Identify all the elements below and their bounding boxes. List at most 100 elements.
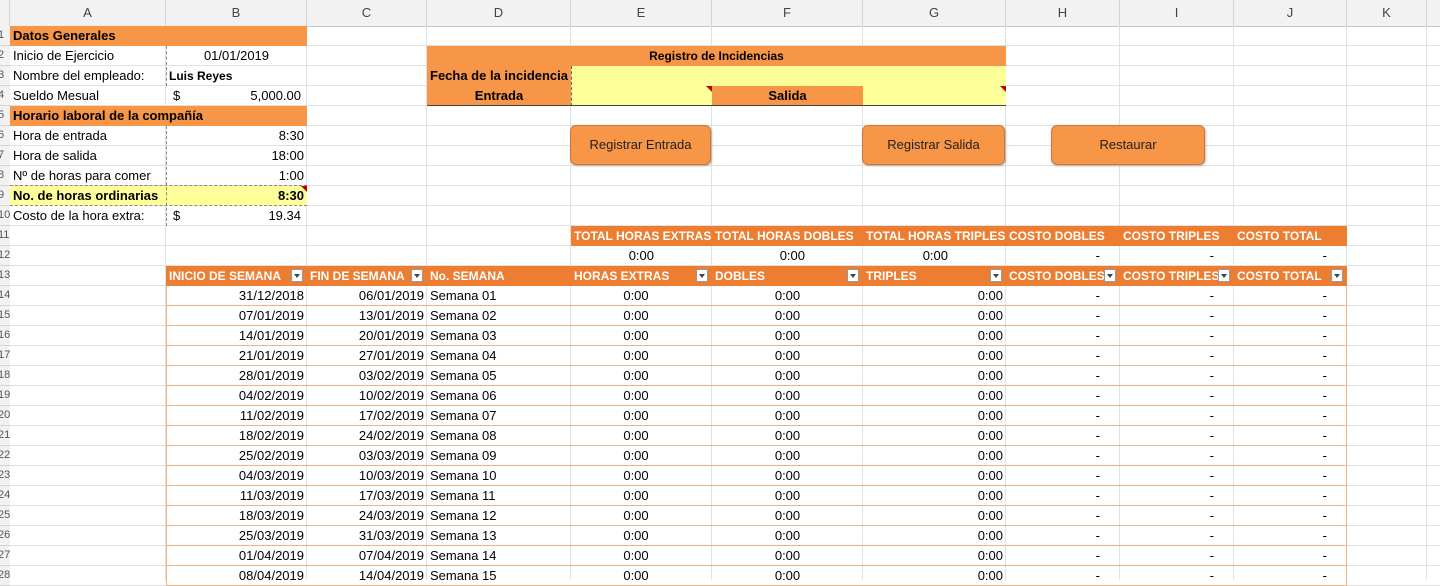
table-cell[interactable]: 13/01/2019 <box>307 306 427 326</box>
table-cell[interactable]: 0:00 <box>863 566 1006 586</box>
table-cell[interactable]: - <box>1234 286 1347 306</box>
table-cell[interactable]: - <box>1006 286 1120 306</box>
table-cell[interactable]: 14/01/2019 <box>166 326 307 346</box>
table-cell[interactable]: 0:00 <box>863 466 1006 486</box>
table-cell[interactable]: - <box>1120 346 1234 366</box>
table-cell[interactable]: 0:00 <box>863 486 1006 506</box>
table-cell[interactable]: 04/02/2019 <box>166 386 307 406</box>
filter-dropdown-icon[interactable] <box>696 269 708 282</box>
row-header[interactable]: 2 <box>0 46 10 66</box>
table-cell[interactable]: 0:00 <box>571 566 712 586</box>
sueldo-value[interactable]: 5,000.00 <box>190 86 304 106</box>
totals-value[interactable]: - <box>1120 246 1234 266</box>
table-cell[interactable]: - <box>1120 306 1234 326</box>
table-cell[interactable]: - <box>1120 406 1234 426</box>
table-cell[interactable]: - <box>1120 386 1234 406</box>
row-header[interactable]: 21 <box>0 426 10 446</box>
table-cell[interactable]: - <box>1120 326 1234 346</box>
table-cell[interactable]: 27/01/2019 <box>307 346 427 366</box>
table-cell[interactable]: 0:00 <box>571 546 712 566</box>
table-cell[interactable]: Semana 10 <box>427 466 571 486</box>
table-cell[interactable]: 10/02/2019 <box>307 386 427 406</box>
row-header[interactable]: 6 <box>0 126 10 146</box>
row-header[interactable]: 5 <box>0 106 10 126</box>
table-cell[interactable]: 0:00 <box>863 546 1006 566</box>
row-header[interactable]: 13 <box>0 266 10 286</box>
column-header-b[interactable]: B <box>166 0 307 26</box>
table-cell[interactable]: - <box>1234 346 1347 366</box>
registrar-salida-button[interactable]: Registrar Salida <box>862 125 1005 165</box>
table-cell[interactable]: 0:00 <box>571 526 712 546</box>
row-header[interactable]: 8 <box>0 166 10 186</box>
table-cell[interactable]: - <box>1006 446 1120 466</box>
filter-dropdown-icon[interactable] <box>1331 269 1343 282</box>
table-cell[interactable]: 08/04/2019 <box>166 566 307 586</box>
row-header[interactable]: 4 <box>0 86 10 106</box>
row-header[interactable]: 20 <box>0 406 10 426</box>
table-cell[interactable]: - <box>1120 526 1234 546</box>
row-header[interactable]: 7 <box>0 146 10 166</box>
table-cell[interactable]: 0:00 <box>712 426 863 446</box>
filter-dropdown-icon[interactable] <box>291 269 303 282</box>
table-cell[interactable]: 0:00 <box>712 526 863 546</box>
table-cell[interactable]: Semana 12 <box>427 506 571 526</box>
table-cell[interactable]: 14/04/2019 <box>307 566 427 586</box>
table-cell[interactable]: Semana 02 <box>427 306 571 326</box>
table-cell[interactable]: 0:00 <box>571 286 712 306</box>
table-cell[interactable]: 10/03/2019 <box>307 466 427 486</box>
column-header-e[interactable]: E <box>571 0 712 26</box>
table-cell[interactable]: 0:00 <box>712 406 863 426</box>
table-cell[interactable]: 31/12/2018 <box>166 286 307 306</box>
table-cell[interactable]: 0:00 <box>571 506 712 526</box>
row-header[interactable]: 10 <box>0 206 10 226</box>
table-cell[interactable]: 0:00 <box>712 286 863 306</box>
table-cell[interactable]: - <box>1234 546 1347 566</box>
column-header-k[interactable]: K <box>1347 0 1427 26</box>
table-cell[interactable]: - <box>1006 326 1120 346</box>
table-cell[interactable]: 03/02/2019 <box>307 366 427 386</box>
inicio-value[interactable]: 01/01/2019 <box>166 46 307 66</box>
table-cell[interactable]: 0:00 <box>863 446 1006 466</box>
column-header-d[interactable]: D <box>427 0 571 26</box>
table-cell[interactable]: Semana 04 <box>427 346 571 366</box>
table-cell[interactable]: - <box>1234 486 1347 506</box>
table-cell[interactable]: Semana 13 <box>427 526 571 546</box>
table-cell[interactable]: 11/03/2019 <box>166 486 307 506</box>
row-header[interactable]: 3 <box>0 66 10 86</box>
table-cell[interactable]: 0:00 <box>571 366 712 386</box>
table-cell[interactable]: 17/02/2019 <box>307 406 427 426</box>
row-header[interactable]: 24 <box>0 486 10 506</box>
row-header[interactable]: 12 <box>0 246 10 266</box>
row-header[interactable]: 17 <box>0 346 10 366</box>
table-cell[interactable]: 18/02/2019 <box>166 426 307 446</box>
table-cell[interactable]: 0:00 <box>863 526 1006 546</box>
table-cell[interactable]: 0:00 <box>863 346 1006 366</box>
table-cell[interactable]: 01/04/2019 <box>166 546 307 566</box>
fecha-incidencia-input[interactable] <box>571 66 1006 86</box>
table-cell[interactable]: Semana 01 <box>427 286 571 306</box>
row-header[interactable]: 23 <box>0 466 10 486</box>
row-header[interactable]: 18 <box>0 366 10 386</box>
table-cell[interactable]: - <box>1120 426 1234 446</box>
table-cell[interactable]: - <box>1006 526 1120 546</box>
table-cell[interactable]: 0:00 <box>712 306 863 326</box>
hora-entrada-value[interactable]: 8:30 <box>166 126 307 146</box>
costo-hora-extra-value[interactable]: 19.34 <box>190 206 304 226</box>
row-header[interactable]: 22 <box>0 446 10 466</box>
table-cell[interactable]: 0:00 <box>712 346 863 366</box>
table-cell[interactable]: 25/03/2019 <box>166 526 307 546</box>
row-header[interactable]: 14 <box>0 286 10 306</box>
table-cell[interactable]: - <box>1234 386 1347 406</box>
row-header[interactable]: 11 <box>0 226 10 246</box>
table-cell[interactable]: 0:00 <box>863 426 1006 446</box>
table-cell[interactable]: - <box>1006 386 1120 406</box>
table-cell[interactable]: - <box>1006 566 1120 586</box>
salida-input[interactable] <box>863 86 1006 106</box>
row-header[interactable]: 16 <box>0 326 10 346</box>
table-cell[interactable]: 0:00 <box>571 326 712 346</box>
table-cell[interactable]: - <box>1234 466 1347 486</box>
table-cell[interactable]: - <box>1006 366 1120 386</box>
row-header[interactable]: 1 <box>0 26 10 46</box>
table-cell[interactable]: 24/02/2019 <box>307 426 427 446</box>
row-header[interactable]: 28 <box>0 566 10 586</box>
